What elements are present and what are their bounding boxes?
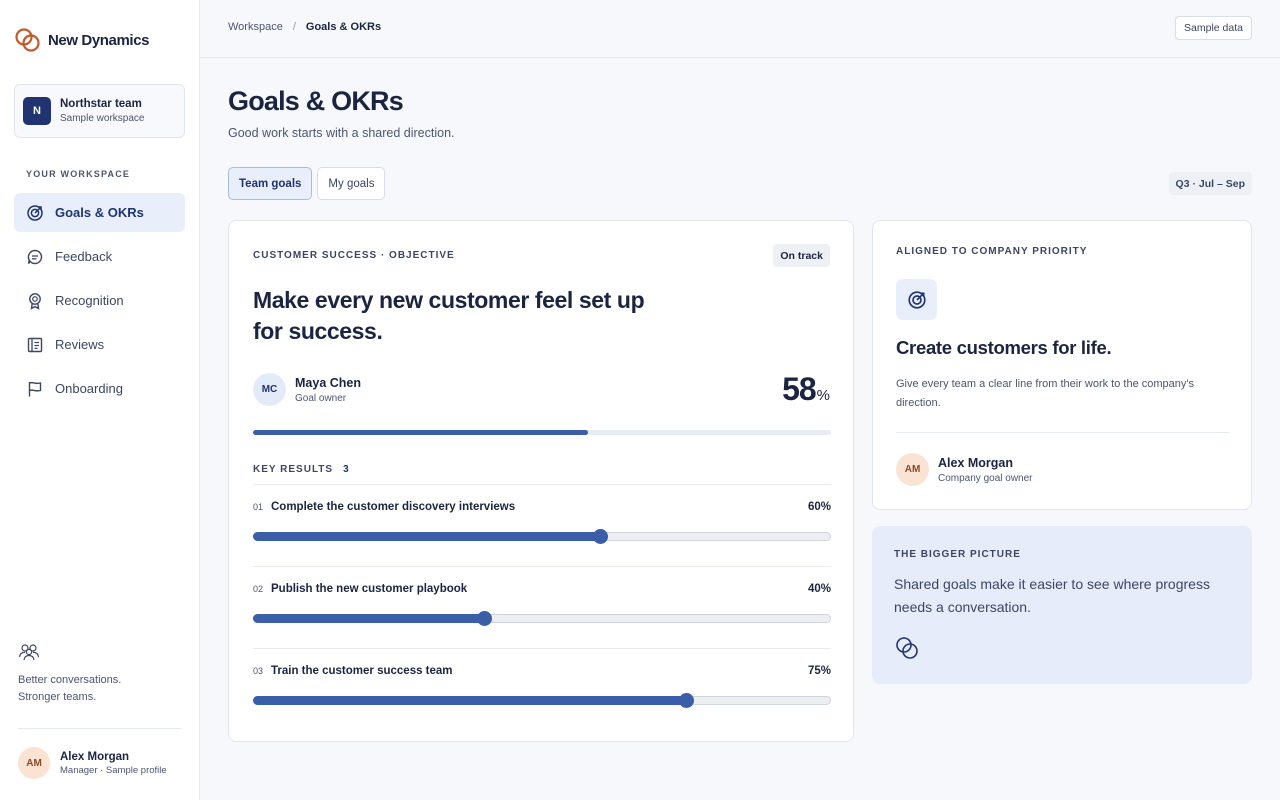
tagline-line: Stronger teams. <box>18 691 97 703</box>
key-result-slider[interactable] <box>253 611 831 626</box>
topbar: Workspace / Goals & OKRs Sample data <box>200 0 1280 58</box>
tab-my-goals[interactable]: My goals <box>317 167 386 200</box>
goal-tabs: Team goals My goals <box>228 167 386 200</box>
key-result-percent: 75% <box>807 665 831 677</box>
key-result-number: 03 <box>253 666 264 676</box>
chat-bubble-icon <box>26 248 44 266</box>
target-icon <box>896 279 937 320</box>
objective-card: CUSTOMER SUCCESS · OBJECTIVE On track Ma… <box>228 220 854 742</box>
team-switcher[interactable]: N Northstar team Sample workspace <box>14 84 185 138</box>
flag-icon <box>26 380 44 398</box>
sidebar-tagline: Better conversations. Stronger teams. <box>18 672 121 706</box>
brand[interactable]: New Dynamics <box>14 27 149 53</box>
brand-name: New Dynamics <box>48 31 150 49</box>
slider-fill <box>253 696 686 705</box>
slider-fill <box>253 532 600 541</box>
sidebar-item-goals[interactable]: Goals & OKRs <box>14 193 185 232</box>
document-icon <box>26 336 44 354</box>
owner-name: Alex Morgan <box>938 455 1014 470</box>
objective-title: Make every new customer feel set up for … <box>253 287 645 344</box>
sidebar-item-label: Onboarding <box>55 381 123 396</box>
priority-description: Give every team a clear line from their … <box>896 378 1194 409</box>
key-result-percent: 60% <box>807 501 831 513</box>
people-icon <box>18 644 40 661</box>
priority-title: Create customers for life. <box>896 337 1112 358</box>
key-result: 03 Train the customer success team 75% <box>253 648 831 728</box>
key-result-number: 02 <box>253 584 264 594</box>
sidebar-item-feedback[interactable]: Feedback <box>14 237 185 276</box>
slider-thumb[interactable] <box>679 693 694 708</box>
quarter-badge: Q3 · Jul – Sep <box>1168 172 1252 195</box>
sidebar-section-label: YOUR WORKSPACE <box>26 169 131 179</box>
key-results-count: 3 <box>343 464 350 475</box>
company-priority-card: ALIGNED TO COMPANY PRIORITY Create custo… <box>872 220 1252 510</box>
key-result-title: Complete the customer discovery intervie… <box>271 501 516 513</box>
tagline-line: Better conversations. <box>18 674 122 686</box>
bigger-picture-text: Shared goals make it easier to see where… <box>894 576 1210 615</box>
tab-team-goals[interactable]: Team goals <box>228 167 313 200</box>
user-profile[interactable]: AM Alex Morgan Manager · Sample profile <box>18 747 167 779</box>
slider-fill <box>253 614 485 623</box>
priority-divider <box>896 432 1229 433</box>
sidebar-divider <box>18 728 181 729</box>
key-result-slider[interactable] <box>253 529 831 544</box>
owner-role: Goal owner <box>295 392 347 404</box>
priority-owner: AM Alex Morgan Company goal owner <box>896 453 1033 486</box>
priority-eyebrow: ALIGNED TO COMPANY PRIORITY <box>896 246 1088 257</box>
progress-number: 58 <box>782 371 817 407</box>
sidebar-item-label: Feedback <box>55 249 113 264</box>
key-result: 02 Publish the new customer playbook 40% <box>253 566 831 648</box>
status-badge: On track <box>773 244 830 267</box>
key-result-title: Train the customer success team <box>271 665 453 677</box>
objective-progress-fill <box>253 430 589 435</box>
key-result-slider[interactable] <box>253 693 831 708</box>
bigger-picture-card: THE BIGGER PICTURE Shared goals make it … <box>872 526 1252 684</box>
sidebar-item-reviews[interactable]: Reviews <box>14 325 185 364</box>
profile-subtitle: Manager · Sample profile <box>60 764 167 776</box>
linked-rings-logo <box>15 28 40 52</box>
avatar: AM <box>18 747 50 779</box>
bigger-picture-eyebrow: THE BIGGER PICTURE <box>894 549 1021 560</box>
objective-progress-bar <box>253 430 831 435</box>
sidebar-item-label: Goals & OKRs <box>55 205 144 220</box>
breadcrumb-current: Goals & OKRs <box>305 21 382 33</box>
linked-rings-icon <box>896 637 918 659</box>
sidebar-item-label: Recognition <box>55 293 124 308</box>
sidebar-item-label: Reviews <box>55 337 105 352</box>
objective-eyebrow: CUSTOMER SUCCESS · OBJECTIVE <box>253 250 455 261</box>
sidebar-item-onboarding[interactable]: Onboarding <box>14 369 185 408</box>
breadcrumb-separator: / <box>292 21 296 33</box>
page-subtitle: Good work starts with a shared direction… <box>228 126 455 140</box>
avatar: MC <box>253 373 286 406</box>
slider-thumb[interactable] <box>592 529 608 544</box>
key-results-list: 01 Complete the customer discovery inter… <box>253 484 831 728</box>
award-ribbon-icon <box>26 292 44 310</box>
objective-progress-value: 58 % <box>782 371 830 408</box>
slider-thumb[interactable] <box>477 611 493 626</box>
avatar: AM <box>896 453 929 486</box>
key-result-number: 01 <box>253 502 264 512</box>
sample-data-badge: Sample data <box>1175 16 1252 40</box>
key-result-percent: 40% <box>807 583 831 595</box>
key-result: 01 Complete the customer discovery inter… <box>253 484 831 566</box>
sidebar-nav: Goals & OKRs Feedback Recognition Review… <box>14 193 185 413</box>
progress-percent-sign: % <box>816 387 830 404</box>
breadcrumb-root-link[interactable]: Workspace <box>228 21 283 33</box>
key-results-label: KEY RESULTS <box>253 464 334 475</box>
target-icon <box>26 204 44 222</box>
team-subtitle: Sample workspace <box>60 113 145 124</box>
team-name: Northstar team <box>60 98 142 110</box>
profile-name: Alex Morgan <box>60 750 130 763</box>
sidebar: New Dynamics N Northstar team Sample wor… <box>0 0 200 800</box>
owner-name: Maya Chen <box>295 375 361 390</box>
objective-owner: MC Maya Chen Goal owner <box>253 373 361 406</box>
page-title: Goals & OKRs <box>228 86 404 116</box>
key-result-title: Publish the new customer playbook <box>271 583 468 595</box>
sidebar-item-recognition[interactable]: Recognition <box>14 281 185 320</box>
team-avatar: N <box>23 97 51 125</box>
key-results-header: KEY RESULTS 3 <box>253 464 350 475</box>
breadcrumb: Workspace / Goals & OKRs <box>228 21 381 33</box>
owner-role: Company goal owner <box>938 472 1033 484</box>
